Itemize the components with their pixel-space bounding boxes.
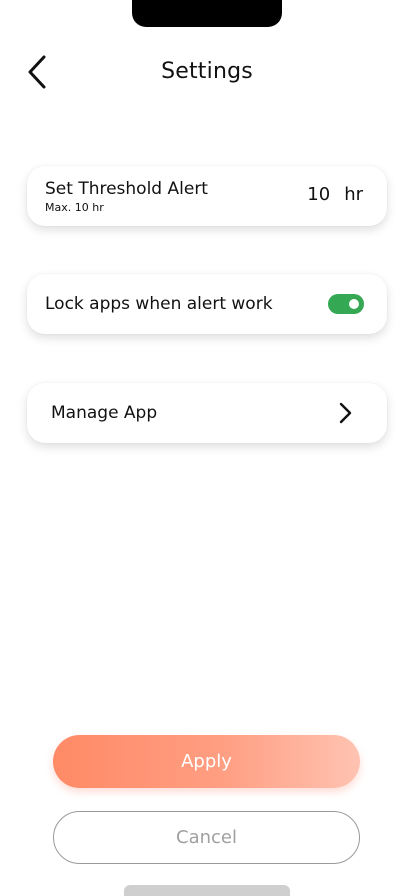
device-notch	[132, 0, 282, 27]
toggle-knob	[349, 299, 359, 309]
threshold-value-field[interactable]: 10 hr	[307, 184, 363, 206]
lock-apps-card: Lock apps when alert work	[27, 274, 387, 334]
threshold-value: 10	[307, 184, 331, 205]
threshold-alert-label: Set Threshold Alert	[45, 179, 208, 199]
manage-app-row[interactable]: Manage App	[27, 383, 387, 443]
page-title: Settings	[161, 59, 253, 84]
chevron-right-icon	[339, 402, 352, 424]
threshold-alert-card[interactable]: Set Threshold Alert Max. 10 hr 10 hr	[27, 166, 387, 226]
threshold-max-hint: Max. 10 hr	[45, 201, 104, 214]
apply-button[interactable]: Apply	[53, 735, 360, 788]
lock-apps-label: Lock apps when alert work	[45, 294, 273, 314]
home-indicator	[124, 885, 290, 896]
cancel-button[interactable]: Cancel	[53, 811, 360, 864]
manage-app-label: Manage App	[51, 403, 158, 423]
threshold-unit: hr	[344, 184, 363, 205]
lock-apps-toggle[interactable]	[328, 294, 364, 314]
